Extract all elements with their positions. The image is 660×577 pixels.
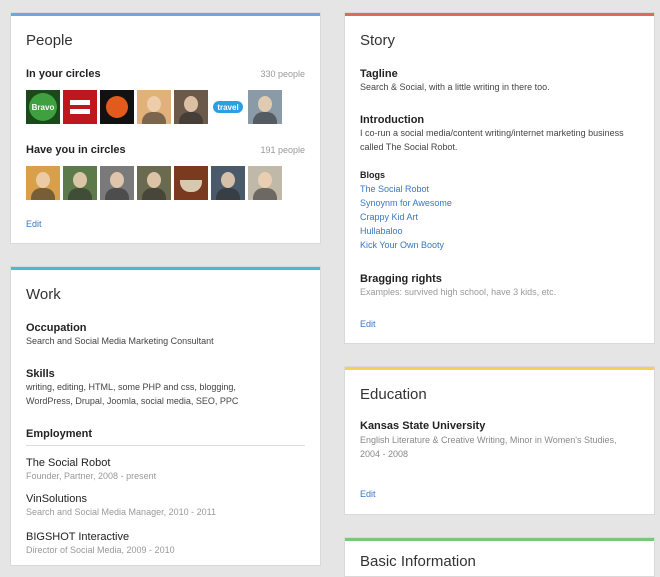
job-role: Director of Social Media, 2009 - 2010 xyxy=(26,545,175,555)
basic-info-title: Basic Information xyxy=(360,553,476,570)
education-color-bar xyxy=(345,367,654,370)
basic-info-card: Basic Information xyxy=(344,537,655,577)
man-glasses-avatar[interactable] xyxy=(248,90,282,124)
story-title: Story xyxy=(360,32,396,49)
story-color-bar xyxy=(345,13,654,16)
blog-link[interactable]: Synoynm for Awesome xyxy=(360,196,452,210)
education-title: Education xyxy=(360,386,427,403)
tagline-value: Search & Social, with a little writing i… xyxy=(360,82,550,92)
people-edit-link[interactable]: Edit xyxy=(26,219,42,229)
have-you-count[interactable]: 191 people xyxy=(260,145,305,155)
man-glasses-avatar[interactable] xyxy=(248,166,282,200)
man-outdoor-avatar[interactable] xyxy=(137,166,171,200)
people-color-bar xyxy=(11,13,320,16)
in-circles-label: In your circles xyxy=(26,68,101,80)
blog-link[interactable]: Crappy Kid Art xyxy=(360,210,418,224)
blog-link[interactable]: Kick Your Own Booty xyxy=(360,238,444,252)
in-circles-count[interactable]: 330 people xyxy=(260,69,305,79)
job-company: VinSolutions xyxy=(26,493,87,505)
woman-portrait-avatar[interactable] xyxy=(137,90,171,124)
employment-divider xyxy=(26,445,305,446)
job-role: Founder, Partner, 2008 - present xyxy=(26,471,157,481)
blogs-label: Blogs xyxy=(360,170,386,180)
circle-logo-avatar[interactable] xyxy=(100,90,134,124)
story-edit-link[interactable]: Edit xyxy=(360,319,376,329)
blog-link[interactable]: The Social Robot xyxy=(360,182,429,196)
occupation-label: Occupation xyxy=(26,322,87,334)
basic-info-color-bar xyxy=(345,538,654,541)
intro-label: Introduction xyxy=(360,114,425,126)
bragging-label: Bragging rights xyxy=(360,273,442,285)
school-details: English Literature & Creative Writing, M… xyxy=(360,435,617,459)
man-portrait-avatar[interactable] xyxy=(174,90,208,124)
work-card: Work Occupation Search and Social Media … xyxy=(10,266,321,566)
employment-label: Employment xyxy=(26,428,93,440)
skills-value: writing, editing, HTML, some PHP and css… xyxy=(26,382,239,406)
tagline-label: Tagline xyxy=(360,68,398,80)
job-company: BIGSHOT Interactive xyxy=(26,531,130,543)
equal-sign-avatar[interactable] xyxy=(63,90,97,124)
job-role: Search and Social Media Manager, 2010 - … xyxy=(26,507,216,517)
people-title: People xyxy=(26,32,73,49)
avatar-text: travel xyxy=(217,102,239,112)
man-portrait-avatar[interactable] xyxy=(63,166,97,200)
education-card: Education Kansas State University Englis… xyxy=(344,366,655,515)
school-name: Kansas State University xyxy=(360,420,486,432)
work-color-bar xyxy=(11,267,320,270)
job-company: The Social Robot xyxy=(26,457,111,469)
avatar-text: Bravo xyxy=(31,102,55,112)
story-card: Story Tagline Search & Social, with a li… xyxy=(344,12,655,344)
bravo-logo-avatar[interactable]: Bravo xyxy=(26,90,60,124)
occupation-value: Search and Social Media Marketing Consul… xyxy=(26,336,214,346)
education-edit-link[interactable]: Edit xyxy=(360,489,376,499)
have-you-avatars xyxy=(26,166,282,200)
work-title: Work xyxy=(26,286,61,303)
popart-portrait-avatar[interactable] xyxy=(26,166,60,200)
have-you-label: Have you in circles xyxy=(26,144,126,156)
blog-link[interactable]: Hullabaloo xyxy=(360,224,403,238)
people-card: People In your circles 330 people Bravo t… xyxy=(10,12,321,244)
man-smiling-avatar[interactable] xyxy=(100,166,134,200)
man-standing-avatar[interactable] xyxy=(211,166,245,200)
intro-value: I co-run a social media/content writing/… xyxy=(360,128,624,152)
skills-label: Skills xyxy=(26,368,55,380)
in-circles-avatars: Bravo travel xyxy=(26,90,282,124)
bragging-placeholder: Examples: survived high school, have 3 k… xyxy=(360,287,557,297)
travel-logo-avatar[interactable]: travel xyxy=(211,90,245,124)
coffee-cup-avatar[interactable] xyxy=(174,166,208,200)
